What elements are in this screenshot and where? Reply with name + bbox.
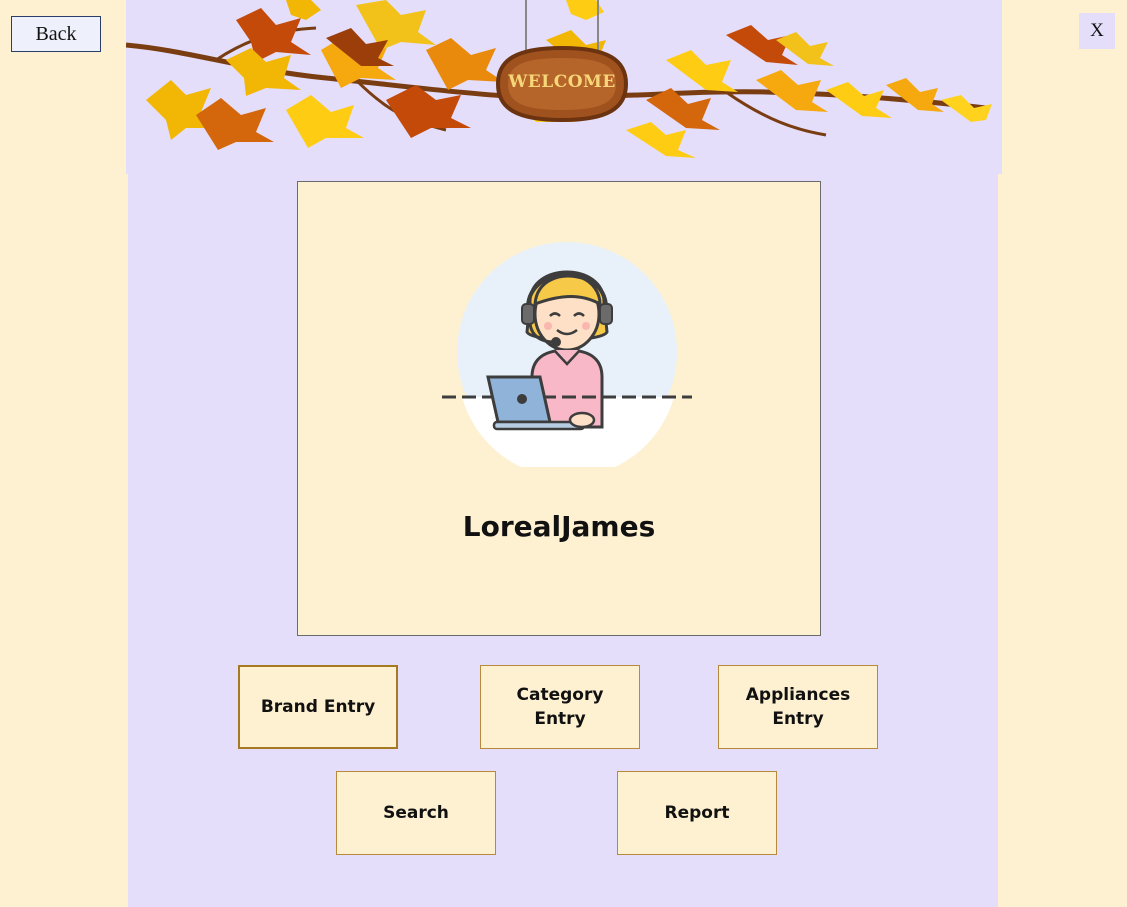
welcome-sign-text: WELCOME — [508, 72, 616, 92]
appliances-entry-button[interactable]: Appliances Entry — [718, 665, 878, 749]
welcome-banner: WELCOME — [126, 0, 1002, 174]
close-button[interactable]: X — [1079, 13, 1115, 49]
report-button[interactable]: Report — [617, 771, 777, 855]
user-name: LorealJames — [462, 510, 656, 543]
support-agent-icon — [442, 242, 692, 478]
brand-entry-button[interactable]: Brand Entry — [238, 665, 398, 749]
support-agent-avatar — [442, 242, 692, 478]
profile-card: LorealJames — [297, 181, 821, 636]
search-button[interactable]: Search — [336, 771, 496, 855]
category-entry-button[interactable]: Category Entry — [480, 665, 640, 749]
back-button[interactable]: Back — [11, 16, 101, 52]
